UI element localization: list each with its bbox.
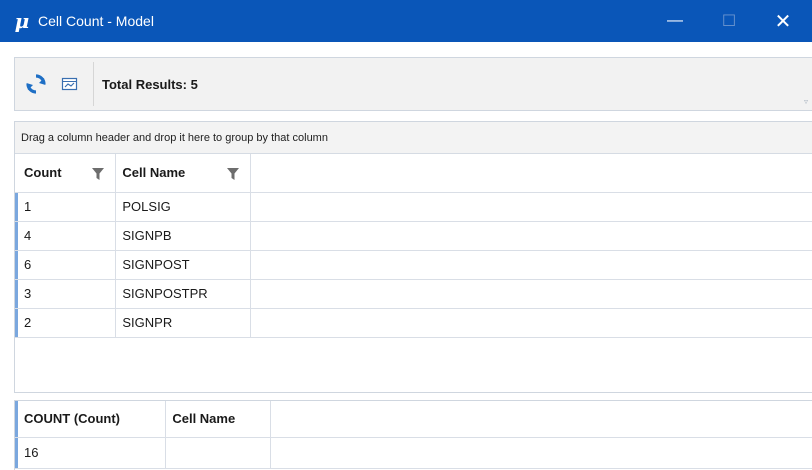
refresh-button[interactable]: [23, 71, 49, 97]
microstation-app-icon: μ: [14, 9, 30, 33]
report-icon: [61, 77, 78, 91]
cell-count[interactable]: 2: [17, 308, 117, 338]
results-grid: Drag a column header and drop it here to…: [14, 121, 812, 393]
cell-count[interactable]: 6: [17, 250, 117, 280]
summary-table: COUNT (Count) Cell Name 16: [15, 401, 812, 469]
title-bar[interactable]: μ Cell Count - Model — ☐ ✕: [0, 0, 812, 42]
cell-count[interactable]: 4: [17, 221, 117, 251]
maximize-icon: ☐: [721, 13, 737, 30]
toolbar-separator: [93, 62, 94, 106]
minimize-icon: —: [667, 12, 683, 29]
column-header-cell-name[interactable]: Cell Name: [115, 154, 252, 193]
cell-name[interactable]: SIGNPB: [115, 221, 252, 251]
column-header-label: Cell Name: [122, 165, 186, 181]
cell-name[interactable]: SIGNPOSTPR: [115, 279, 252, 309]
minimize-button[interactable]: —: [652, 0, 698, 42]
summary-row[interactable]: 16: [15, 437, 812, 469]
summary-header-count[interactable]: COUNT (Count): [17, 401, 167, 438]
toolbar: Total Results: 5 ▿: [14, 57, 812, 111]
close-icon: ✕: [774, 10, 792, 33]
cell-name[interactable]: SIGNPR: [115, 308, 252, 338]
column-header-empty: [250, 154, 812, 193]
summary-header-empty: [270, 401, 812, 438]
row-filler: [250, 221, 812, 251]
row-filler: [270, 437, 812, 469]
cell-name[interactable]: POLSIG: [115, 192, 252, 222]
row-filler: [250, 279, 812, 309]
summary-header-row: COUNT (Count) Cell Name: [15, 401, 812, 438]
summary-header-cell-name[interactable]: Cell Name: [165, 401, 272, 438]
total-results-label: Total Results: 5: [102, 76, 198, 92]
summary-count-total[interactable]: 16: [17, 437, 167, 469]
row-filler: [250, 192, 812, 222]
filter-icon[interactable]: [226, 167, 240, 181]
table-row[interactable]: 1 POLSIG: [15, 192, 812, 222]
row-filler: [250, 250, 812, 280]
results-table: Count Cell Name 1 POLSIG 4 SIGNPB 6 SIGN…: [15, 154, 812, 338]
cell-name[interactable]: SIGNPOST: [115, 250, 252, 280]
summary-cell-name[interactable]: [165, 437, 272, 469]
cell-count[interactable]: 1: [17, 192, 117, 222]
table-row[interactable]: 3 SIGNPOSTPR: [15, 279, 812, 309]
export-report-button[interactable]: [57, 71, 83, 97]
summary-grid: COUNT (Count) Cell Name 16: [14, 400, 812, 470]
close-button[interactable]: ✕: [760, 0, 806, 42]
column-header-label: Count: [23, 165, 62, 181]
cell-count-window: μ Cell Count - Model — ☐ ✕ Total Results…: [0, 0, 812, 470]
maximize-button[interactable]: ☐: [706, 0, 752, 42]
header-row: Count Cell Name: [15, 154, 812, 193]
cell-count[interactable]: 3: [17, 279, 117, 309]
table-row[interactable]: 2 SIGNPR: [15, 308, 812, 338]
filter-icon[interactable]: [91, 167, 105, 181]
group-by-panel[interactable]: Drag a column header and drop it here to…: [15, 122, 812, 154]
row-filler: [250, 308, 812, 338]
column-header-count[interactable]: Count: [17, 154, 117, 193]
table-row[interactable]: 6 SIGNPOST: [15, 250, 812, 280]
toolbar-overflow-icon[interactable]: ▿: [804, 97, 808, 106]
window-title: Cell Count - Model: [38, 13, 154, 29]
refresh-icon: [26, 74, 46, 94]
table-row[interactable]: 4 SIGNPB: [15, 221, 812, 251]
